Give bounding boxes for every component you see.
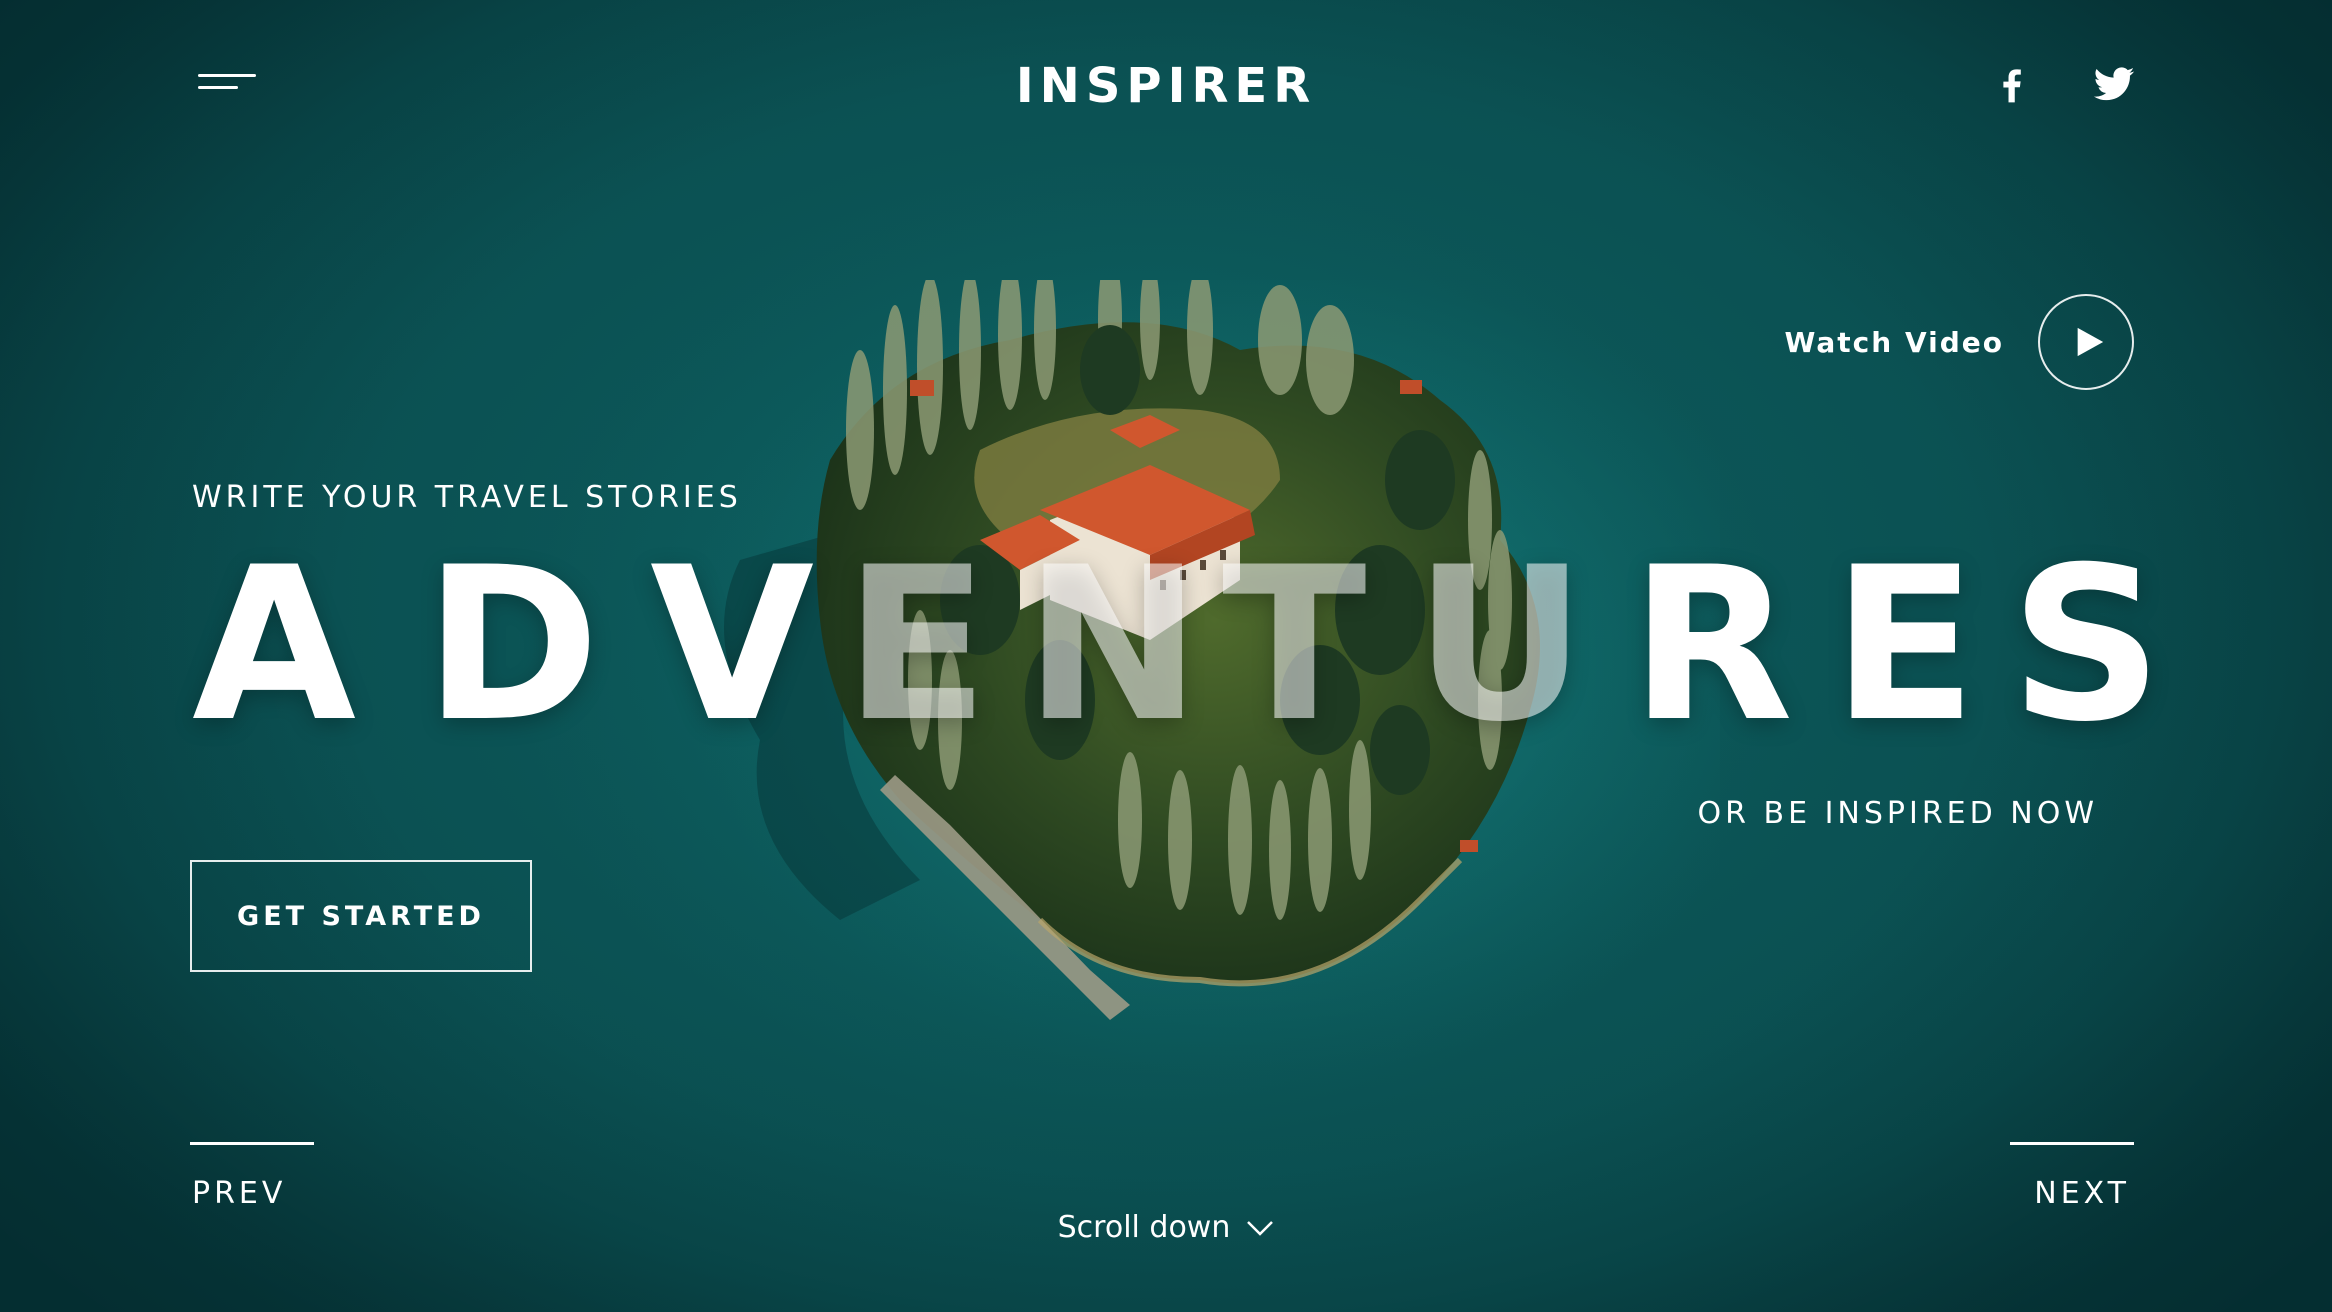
headline-letter: U (1414, 521, 1587, 768)
headline-letter: T (1222, 521, 1367, 768)
headline-letter: N (1024, 521, 1202, 768)
prev-indicator-line (190, 1142, 314, 1145)
watch-video-label: Watch Video (1784, 325, 2004, 359)
social-links (1990, 62, 2136, 106)
headline-letter: E (1832, 521, 1977, 768)
hero-kicker: WRITE YOUR TRAVEL STORIES (192, 480, 742, 515)
brand-logo[interactable]: INSPIRER (0, 58, 2332, 114)
facebook-link[interactable] (1990, 62, 2034, 106)
headline-letter: E (844, 521, 989, 768)
next-indicator-line (2010, 1142, 2134, 1145)
scroll-down-button[interactable]: Scroll down (0, 1210, 2332, 1245)
play-icon (2077, 327, 2104, 357)
headline-letter: V (650, 521, 815, 768)
facebook-icon (2003, 69, 2021, 103)
watch-video-button[interactable]: Watch Video (1784, 294, 2134, 390)
hero-subtitle: OR BE INSPIRED NOW (1697, 796, 2098, 831)
headline-letter: A (192, 521, 357, 768)
headline-letter: R (1630, 521, 1794, 768)
next-button[interactable]: NEXT (2034, 1176, 2130, 1211)
headline-letter: S (2010, 521, 2163, 768)
get-started-button[interactable]: GET STARTED (190, 860, 532, 972)
headline-letter: D (424, 521, 600, 768)
hero-headline: A D V E N T U R E S (192, 521, 2163, 768)
brand-name: INSPIRER (1015, 58, 1317, 114)
chevron-down-icon (1246, 1219, 1274, 1237)
prev-button[interactable]: PREV (192, 1176, 286, 1211)
hero-page: INSPIRER Watch Video WRITE YOUR TRAVEL S… (0, 0, 2332, 1312)
twitter-icon (2093, 67, 2135, 101)
play-button[interactable] (2038, 294, 2134, 390)
scroll-down-label: Scroll down (1057, 1210, 1231, 1245)
twitter-link[interactable] (2092, 62, 2136, 106)
